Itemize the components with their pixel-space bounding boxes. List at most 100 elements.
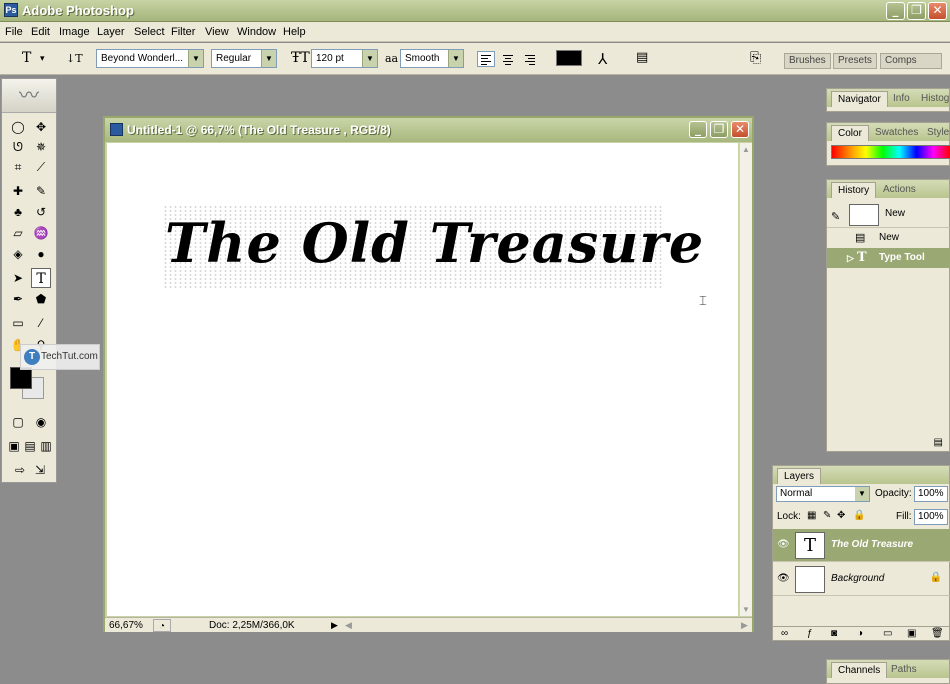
well-tab-brushes[interactable]: Brushes	[784, 53, 831, 69]
new-layer-icon[interactable]: ▣	[907, 628, 916, 639]
slice-tool-icon[interactable]: ⟋	[31, 157, 51, 177]
standard-mode-icon[interactable]: ▢	[8, 412, 28, 432]
history-brush-icon[interactable]: ↺	[31, 202, 51, 222]
history-item-type-tool[interactable]: ▷ T Type Tool	[827, 248, 950, 268]
lock-transparency-icon[interactable]: ▦	[807, 510, 816, 521]
path-selection-icon[interactable]: ➤	[8, 268, 28, 288]
quick-mask-icon[interactable]: ◉	[31, 412, 51, 432]
blend-mode-select[interactable]: Normal ▼	[776, 486, 870, 502]
maximize-button[interactable]: ❐	[907, 2, 926, 20]
layer-row-the-old-treasure[interactable]: 👁 T The Old Treasure	[773, 529, 950, 562]
eyedropper-tool-icon[interactable]: ⁄	[31, 313, 51, 333]
tab-actions[interactable]: Actions	[877, 182, 922, 198]
move-tool-icon[interactable]: ✥	[31, 117, 51, 137]
history-state-slider-icon[interactable]: ▷	[847, 248, 854, 268]
align-left-button[interactable]	[477, 51, 495, 67]
visibility-eye-icon[interactable]: 👁	[777, 573, 791, 584]
close-button[interactable]: ✕	[928, 2, 947, 20]
menu-window[interactable]: Window	[237, 26, 276, 38]
opacity-input[interactable]: 100%	[914, 486, 948, 502]
tab-histogram[interactable]: Histogr	[915, 91, 950, 107]
menu-edit[interactable]: Edit	[31, 26, 50, 38]
fill-input[interactable]: 100%	[914, 509, 948, 525]
marquee-tool-icon[interactable]: ◯	[8, 117, 28, 137]
palettes-icon[interactable]: ▤	[636, 50, 648, 65]
feather-logo-icon[interactable]: 〰	[2, 79, 56, 113]
tab-swatches[interactable]: Swatches	[869, 125, 924, 141]
crop-tool-icon[interactable]: ⌗	[8, 157, 28, 177]
status-menu-icon[interactable]: ▶	[331, 619, 338, 632]
tab-info[interactable]: Info	[887, 91, 916, 107]
clone-stamp-icon[interactable]: ♣	[8, 202, 28, 222]
visibility-eye-icon[interactable]: 👁	[777, 539, 791, 550]
healing-brush-icon[interactable]: ✚	[8, 181, 28, 201]
menu-file[interactable]: File	[5, 26, 23, 38]
adjustment-layer-icon[interactable]: ◑	[857, 628, 863, 639]
menu-filter[interactable]: Filter	[171, 26, 195, 38]
doc-maximize-button[interactable]: ❐	[710, 121, 728, 138]
brush-tool-icon[interactable]: ✎	[31, 181, 51, 201]
antialias-select[interactable]: Smooth ▼	[400, 49, 464, 68]
lock-position-icon[interactable]: ✥	[837, 510, 845, 521]
align-center-button[interactable]	[499, 51, 517, 67]
paint-bucket-icon[interactable]: ♒	[31, 223, 51, 243]
tab-color[interactable]: Color	[831, 125, 869, 141]
scroll-left-icon[interactable]: ◀	[345, 619, 352, 632]
history-snapshot[interactable]: ✎ New	[827, 200, 950, 228]
zoom-options-icon[interactable]: ◔	[153, 619, 171, 632]
font-family-select[interactable]: Beyond Wonderl... ▼	[96, 49, 204, 68]
lasso-tool-icon[interactable]: ᘎ	[8, 137, 28, 157]
foreground-color-swatch[interactable]	[10, 367, 32, 389]
doc-close-button[interactable]: ✕	[731, 121, 749, 138]
well-tab-presets[interactable]: Presets	[833, 53, 877, 69]
new-group-icon[interactable]: ▭	[883, 628, 892, 639]
tab-paths[interactable]: Paths	[885, 662, 923, 678]
menu-help[interactable]: Help	[283, 26, 306, 38]
well-tab-comps[interactable]: Comps	[880, 53, 942, 69]
trash-icon[interactable]: 🗑	[931, 628, 944, 639]
lock-all-icon[interactable]: 🔒	[853, 510, 865, 521]
type-tool-preset-icon[interactable]: T	[22, 50, 31, 66]
scroll-down-icon[interactable]: ▼	[742, 605, 750, 614]
history-item-new[interactable]: ▤ New	[827, 228, 950, 248]
lock-pixels-icon[interactable]: ✎	[823, 510, 831, 521]
layer-row-background[interactable]: 👁 Background 🔒	[773, 563, 950, 596]
minimize-button[interactable]: _	[886, 2, 905, 20]
tab-channels[interactable]: Channels	[831, 662, 888, 678]
trash-icon[interactable]: ▤	[934, 437, 943, 448]
font-style-select[interactable]: Regular ▼	[211, 49, 277, 68]
vertical-scrollbar[interactable]: ▲ ▼	[739, 143, 752, 616]
color-spectrum-ramp[interactable]	[831, 145, 950, 159]
menu-layer[interactable]: Layer	[97, 26, 125, 38]
magic-wand-icon[interactable]: ✵	[31, 137, 51, 157]
layer-mask-icon[interactable]: ◙	[831, 628, 837, 639]
zoom-level[interactable]: 66,67%	[109, 619, 143, 632]
pen-tool-icon[interactable]: ✒	[8, 289, 28, 309]
scroll-up-icon[interactable]: ▲	[742, 145, 750, 154]
dodge-tool-icon[interactable]: ●	[31, 244, 51, 264]
shape-tool-icon[interactable]: ⬟	[31, 289, 51, 309]
tab-navigator[interactable]: Navigator	[831, 91, 888, 107]
type-tool-icon[interactable]: T	[31, 268, 51, 288]
tab-history[interactable]: History	[831, 182, 877, 198]
imageready-icon[interactable]: ⇲	[30, 460, 50, 480]
menu-image[interactable]: Image	[59, 26, 90, 38]
image-canvas[interactable]: The Old Treasure ⌶	[107, 143, 738, 616]
tab-styles[interactable]: Styles	[921, 125, 950, 141]
chevron-down-icon[interactable]: ▾	[40, 54, 45, 64]
font-size-select[interactable]: 120 pt ▼	[311, 49, 378, 68]
blur-tool-icon[interactable]: ◈	[8, 244, 28, 264]
file-browser-icon[interactable]: ⎘	[750, 50, 761, 66]
link-layers-icon[interactable]: ∞	[781, 628, 788, 639]
tab-layers[interactable]: Layers	[777, 468, 822, 484]
menu-select[interactable]: Select	[134, 26, 165, 38]
text-color-swatch[interactable]	[556, 50, 582, 66]
notes-tool-icon[interactable]: ▭	[8, 313, 28, 333]
history-brush-source-icon[interactable]: ✎	[831, 207, 840, 227]
doc-minimize-button[interactable]: _	[689, 121, 707, 138]
jump-to-imageready-icon[interactable]: ⇨	[10, 460, 30, 480]
scroll-right-icon[interactable]: ▶	[741, 619, 748, 632]
canvas-text-layer[interactable]: The Old Treasure	[165, 211, 704, 275]
align-right-button[interactable]	[521, 51, 539, 67]
text-orientation-icon[interactable]: ↓T	[66, 52, 83, 65]
